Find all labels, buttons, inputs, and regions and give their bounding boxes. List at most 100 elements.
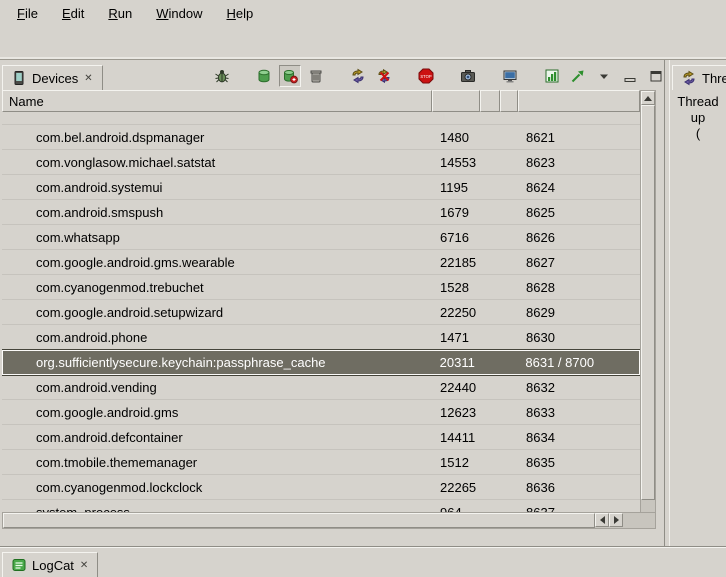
menu-edit[interactable]: Edit: [51, 3, 95, 24]
menu-file[interactable]: File: [6, 3, 49, 24]
column-header-empty[interactable]: [500, 90, 518, 112]
process-port-cell: 8634: [518, 430, 640, 445]
process-pid-cell: 14553: [432, 155, 480, 170]
maximize-icon: [648, 68, 664, 84]
tab-logcat[interactable]: LogCat ✕: [2, 552, 98, 577]
device-process-row[interactable]: com.android.defcontainer 14411 8634: [2, 425, 640, 450]
column-header-empty[interactable]: [480, 90, 500, 112]
threads-tab-row: Threads ✕: [670, 60, 726, 90]
screen-capture-button[interactable]: [457, 65, 479, 87]
tab-devices[interactable]: Devices ✕: [2, 65, 103, 90]
device-process-row[interactable]: com.android.smspush 1679 8625: [2, 200, 640, 225]
process-name-cell: com.android.smspush: [2, 205, 432, 220]
device-process-row[interactable]: com.tmobile.thememanager 1512 8635: [2, 450, 640, 475]
vertical-scrollbar-thumb[interactable]: [641, 105, 655, 500]
process-name-cell: com.vonglasow.michael.satstat: [2, 155, 432, 170]
process-pid-cell: 22265: [432, 480, 480, 495]
process-pid-cell: 1471: [432, 330, 480, 345]
menu-bar: File Edit Run Window Help: [0, 0, 726, 26]
process-pid-cell: 1195: [432, 180, 480, 195]
threads-icon: [681, 70, 697, 86]
threads-message-line1: Thread up: [670, 94, 726, 126]
process-pid-cell: 14411: [432, 430, 480, 445]
threads-view: Threads ✕ Thread up (: [670, 60, 726, 546]
column-header-pid[interactable]: [432, 90, 480, 112]
device-table-body: com.bel.android.dspmanager 1480 8621 com…: [2, 112, 640, 529]
device-process-row[interactable]: com.vonglasow.michael.satstat 14553 8623: [2, 150, 640, 175]
main-toolbar-strip: [0, 26, 726, 60]
process-pid-cell: 20311: [432, 355, 480, 370]
maximize-view-button[interactable]: [645, 65, 667, 87]
horizontal-scrollbar-thumb[interactable]: [3, 513, 595, 528]
device-process-row[interactable]: com.cyanogenmod.lockclock 22265 8636: [2, 475, 640, 500]
process-port-cell: 8626: [518, 230, 640, 245]
vertical-scrollbar[interactable]: [640, 90, 656, 529]
view-controls: [593, 65, 667, 87]
device-process-row[interactable]: com.whatsapp 6716 8626: [2, 225, 640, 250]
debug-process-button[interactable]: [211, 65, 233, 87]
menu-window[interactable]: Window: [145, 3, 213, 24]
screen-record-button[interactable]: [499, 65, 521, 87]
minimize-icon: [622, 68, 638, 84]
process-port-cell: 8636: [518, 480, 640, 495]
process-pid-cell: 1512: [432, 455, 480, 470]
process-name-cell: com.whatsapp: [2, 230, 432, 245]
device-process-row[interactable]: com.android.phone 1471 8630: [2, 325, 640, 350]
process-pid-cell: 1528: [432, 280, 480, 295]
column-header-port[interactable]: [518, 90, 640, 112]
minimize-view-button[interactable]: [619, 65, 641, 87]
logcat-icon: [11, 557, 27, 573]
scroll-up-button[interactable]: [641, 91, 655, 105]
device-process-row[interactable]: com.google.android.gms.wearable 22185 86…: [2, 250, 640, 275]
update-heap-button[interactable]: [253, 65, 275, 87]
process-port-cell: 8629: [518, 305, 640, 320]
stop-method-profiling-button[interactable]: [373, 65, 395, 87]
menu-run[interactable]: Run: [97, 3, 143, 24]
trash-icon: [308, 68, 324, 84]
process-pid-cell: 1679: [432, 205, 480, 220]
system-info-button[interactable]: [541, 65, 563, 87]
device-process-row[interactable]: com.android.vending 22440 8632: [2, 375, 640, 400]
process-pid-cell: 1480: [432, 130, 480, 145]
process-port-cell: 8631 / 8700: [517, 355, 639, 370]
process-pid-cell: 22250: [432, 305, 480, 320]
scroll-right-button[interactable]: [609, 513, 623, 527]
main-area: Devices ✕: [0, 60, 726, 546]
device-process-row[interactable]: org.sufficientlysecure.keychain:passphra…: [2, 350, 640, 375]
scroll-left-button[interactable]: [595, 513, 609, 527]
device-process-row[interactable]: com.google.android.setupwizard 22250 862…: [2, 300, 640, 325]
process-pid-cell: 12623: [432, 405, 480, 420]
device-process-row[interactable]: com.cyanogenmod.trebuchet 1528 8628: [2, 275, 640, 300]
process-name-cell: com.google.android.gms: [2, 405, 432, 420]
network-stats-button[interactable]: [567, 65, 589, 87]
stop-sign-icon: STOP: [418, 68, 434, 84]
process-name-cell: com.android.phone: [2, 330, 432, 345]
cause-gc-button[interactable]: [305, 65, 327, 87]
chart-bars-icon: [544, 68, 560, 84]
device-process-row[interactable]: com.google.android.gms 12623 8633: [2, 400, 640, 425]
camera-icon: [460, 68, 476, 84]
tab-threads[interactable]: Threads ✕: [672, 65, 726, 90]
horizontal-scrollbar[interactable]: [2, 512, 656, 529]
process-port-cell: 8627: [518, 255, 640, 270]
view-menu-button[interactable]: [593, 65, 615, 87]
close-icon[interactable]: ✕: [79, 560, 89, 571]
process-port-cell: 8628: [518, 280, 640, 295]
device-process-row[interactable]: com.bel.android.dspmanager 1480 8621: [2, 125, 640, 150]
partial-row: [2, 112, 640, 125]
arrow-up-icon: [644, 92, 652, 101]
stop-process-button[interactable]: STOP: [415, 65, 437, 87]
device-process-row[interactable]: com.android.systemui 1195 8624: [2, 175, 640, 200]
menu-help[interactable]: Help: [215, 3, 264, 24]
network-arrow-icon: [570, 68, 586, 84]
process-port-cell: 8621: [518, 130, 640, 145]
column-header-name[interactable]: Name: [2, 90, 432, 112]
devices-toolbar: STOP: [211, 62, 677, 90]
heap-dump-icon: [282, 68, 298, 84]
process-name-cell: com.android.defcontainer: [2, 430, 432, 445]
dump-hprof-button[interactable]: [279, 65, 301, 87]
close-icon[interactable]: ✕: [83, 73, 93, 84]
update-threads-button[interactable]: [347, 65, 369, 87]
process-name-cell: com.android.vending: [2, 380, 432, 395]
heap-cylinder-icon: [256, 68, 272, 84]
